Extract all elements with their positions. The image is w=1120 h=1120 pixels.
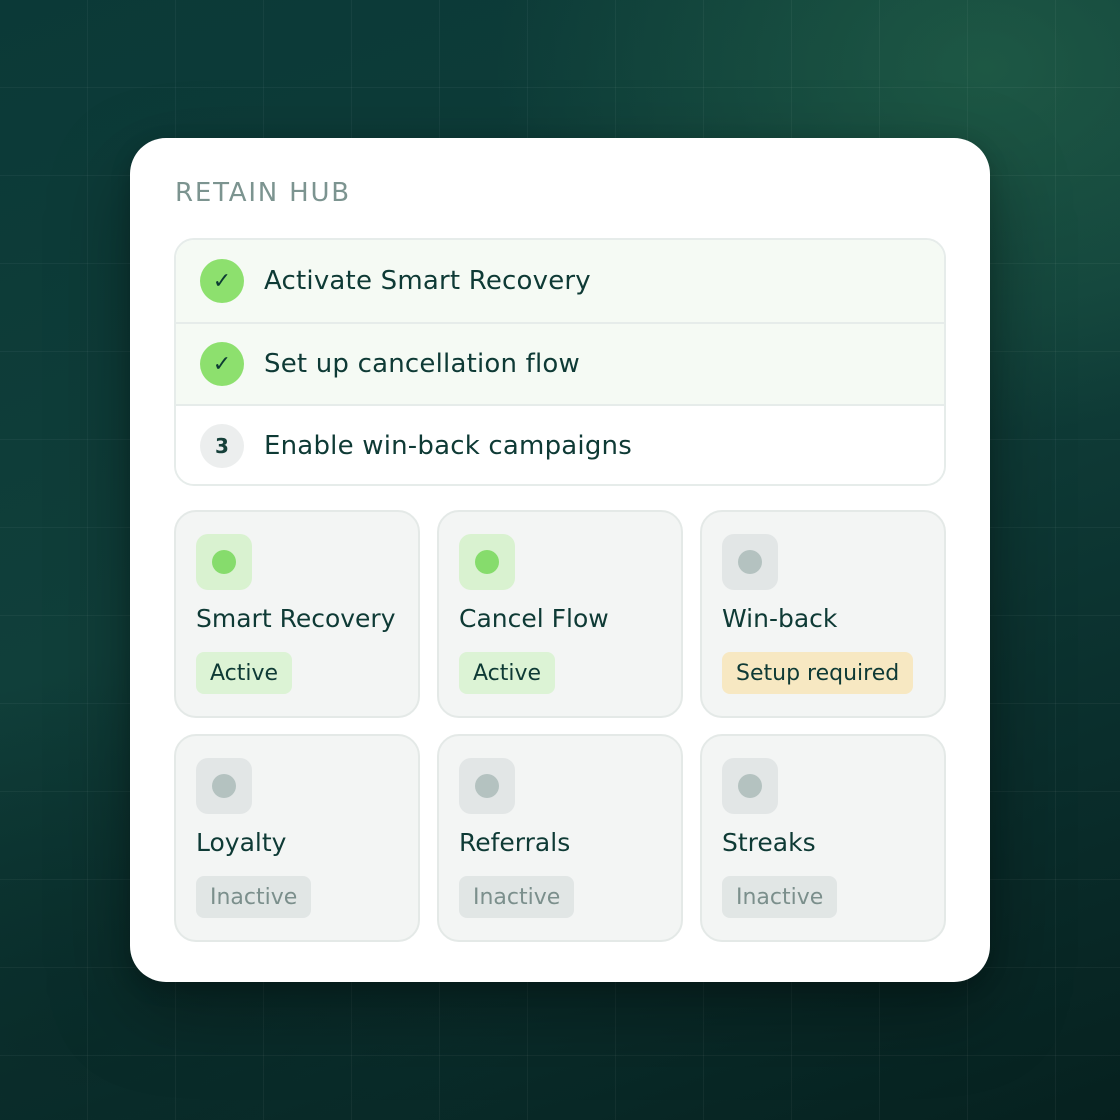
setup-checklist: ✓ Activate Smart Recovery ✓ Set up cance… xyxy=(174,238,946,486)
status-badge: Active xyxy=(196,652,293,694)
feature-name: Loyalty xyxy=(196,828,287,857)
status-dot-icon xyxy=(196,758,252,814)
retain-hub-card: RETAIN HUB ✓ Activate Smart Recovery ✓ S… xyxy=(130,138,990,982)
feature-name: Referrals xyxy=(459,828,571,857)
status-dot-icon xyxy=(196,534,252,590)
feature-tile-smart-recovery[interactable]: Smart Recovery Active xyxy=(174,510,420,718)
status-dot-icon xyxy=(722,534,778,590)
status-dot-icon xyxy=(459,534,515,590)
step-label: Activate Smart Recovery xyxy=(264,266,591,296)
step-number-badge: 3 xyxy=(200,424,244,468)
check-icon: ✓ xyxy=(200,259,244,303)
step-label: Enable win-back campaigns xyxy=(264,431,632,461)
feature-name: Smart Recovery xyxy=(196,604,396,633)
hub-title: RETAIN HUB xyxy=(175,178,351,208)
feature-name: Streaks xyxy=(722,828,816,857)
feature-name: Win-back xyxy=(722,604,838,633)
check-icon: ✓ xyxy=(200,342,244,386)
status-badge: Active xyxy=(459,652,556,694)
checklist-step-cancellation-flow[interactable]: ✓ Set up cancellation flow xyxy=(176,322,944,404)
checklist-step-win-back[interactable]: 3 Enable win-back campaigns xyxy=(176,404,944,484)
feature-name: Cancel Flow xyxy=(459,604,609,633)
status-badge: Inactive xyxy=(459,876,575,918)
feature-tile-loyalty[interactable]: Loyalty Inactive xyxy=(174,734,420,942)
feature-tile-cancel-flow[interactable]: Cancel Flow Active xyxy=(437,510,683,718)
feature-grid: Smart Recovery Active Cancel Flow Active… xyxy=(174,510,946,942)
feature-tile-win-back[interactable]: Win-back Setup required xyxy=(700,510,946,718)
status-dot-icon xyxy=(722,758,778,814)
status-dot-icon xyxy=(459,758,515,814)
status-badge: Inactive xyxy=(196,876,312,918)
status-badge: Setup required xyxy=(722,652,914,694)
feature-tile-streaks[interactable]: Streaks Inactive xyxy=(700,734,946,942)
feature-tile-referrals[interactable]: Referrals Inactive xyxy=(437,734,683,942)
step-label: Set up cancellation flow xyxy=(264,349,581,379)
status-badge: Inactive xyxy=(722,876,838,918)
checklist-step-smart-recovery[interactable]: ✓ Activate Smart Recovery xyxy=(176,240,944,322)
